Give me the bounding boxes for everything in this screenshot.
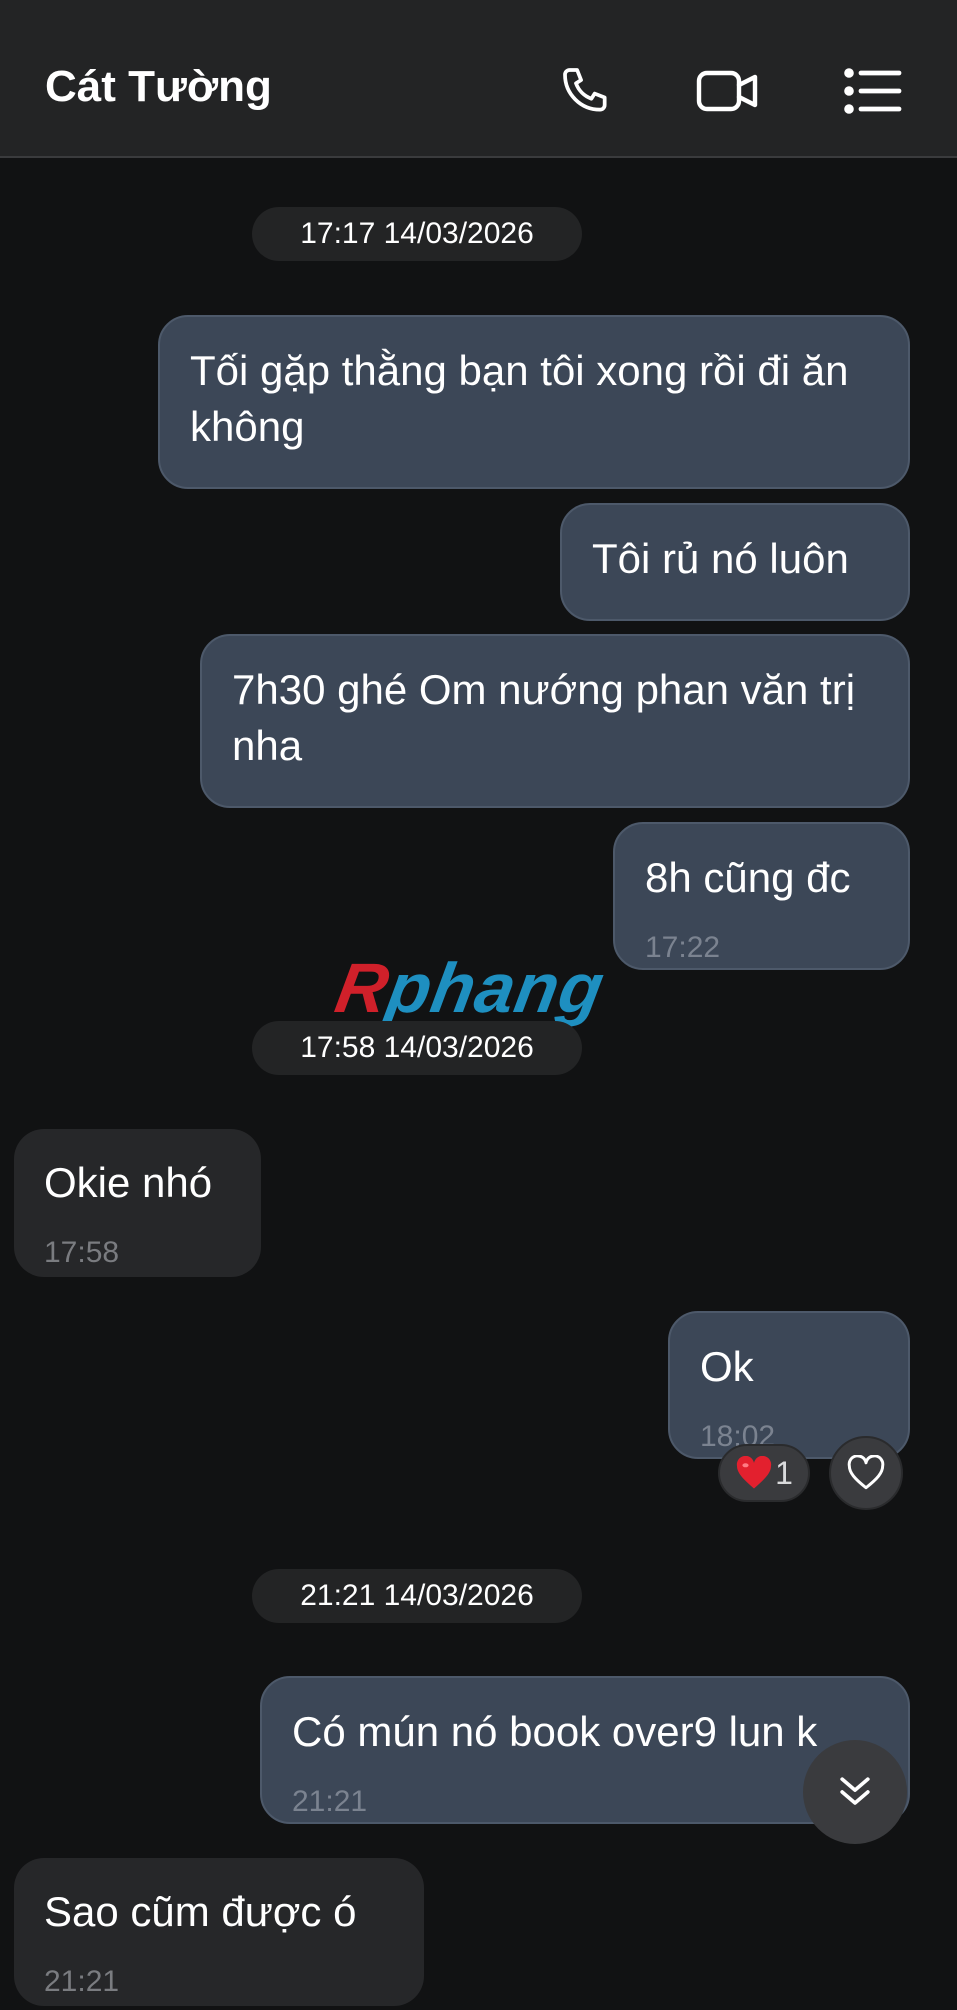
message-bubble-outgoing[interactable]: Tối gặp thằng bạn tôi xong rồi đi ăn khô…	[158, 315, 910, 489]
add-reaction-button[interactable]	[829, 1436, 903, 1510]
menu-list-icon[interactable]	[840, 60, 906, 122]
double-chevron-down-icon	[840, 1777, 870, 1805]
message-bubble-outgoing[interactable]: 7h30 ghé Om nướng phan văn trị nha	[200, 634, 910, 808]
heart-reaction-icon	[736, 1456, 772, 1489]
scroll-to-bottom-button[interactable]	[803, 1740, 907, 1844]
contact-name[interactable]: Cát Tường	[45, 62, 272, 112]
message-text: Sao cũm được ó	[44, 1888, 357, 1935]
message-bubble-outgoing[interactable]: Tôi rủ nó luôn	[560, 503, 910, 621]
date-separator: 21:21 14/03/2026	[252, 1569, 582, 1623]
message-bubble-incoming[interactable]: Sao cũm được ó 21:21	[14, 1858, 424, 2006]
reaction-count: 1	[775, 1454, 793, 1491]
chat-header: Cát Tường	[0, 0, 957, 158]
video-call-icon[interactable]	[694, 60, 760, 122]
message-time: 17:58	[44, 1236, 120, 1269]
message-time: 21:21	[44, 1965, 120, 1998]
message-bubble-outgoing[interactable]: 8h cũng đc 17:22	[613, 822, 910, 970]
reaction-badge[interactable]: 1	[718, 1444, 810, 1502]
heart-outline-icon	[847, 1455, 885, 1490]
message-bubble-incoming[interactable]: Okie nhó 17:58	[14, 1129, 261, 1277]
message-text: Có mún nó book over9 lun k	[292, 1708, 818, 1755]
message-text: Tối gặp thằng bạn tôi xong rồi đi ăn khô…	[190, 347, 849, 450]
message-text: Ok	[700, 1343, 754, 1390]
date-separator: 17:58 14/03/2026	[252, 1021, 582, 1075]
message-text: Tôi rủ nó luôn	[592, 535, 849, 582]
message-text: 7h30 ghé Om nướng phan văn trị nha	[232, 666, 856, 769]
phone-icon[interactable]	[553, 60, 619, 122]
message-time: 21:21	[292, 1785, 368, 1818]
message-text: Okie nhó	[44, 1159, 213, 1206]
message-time: 17:22	[645, 931, 721, 964]
message-text: 8h cũng đc	[645, 854, 851, 901]
date-separator: 17:17 14/03/2026	[252, 207, 582, 261]
watermark-logo: Rphang	[330, 949, 611, 1027]
